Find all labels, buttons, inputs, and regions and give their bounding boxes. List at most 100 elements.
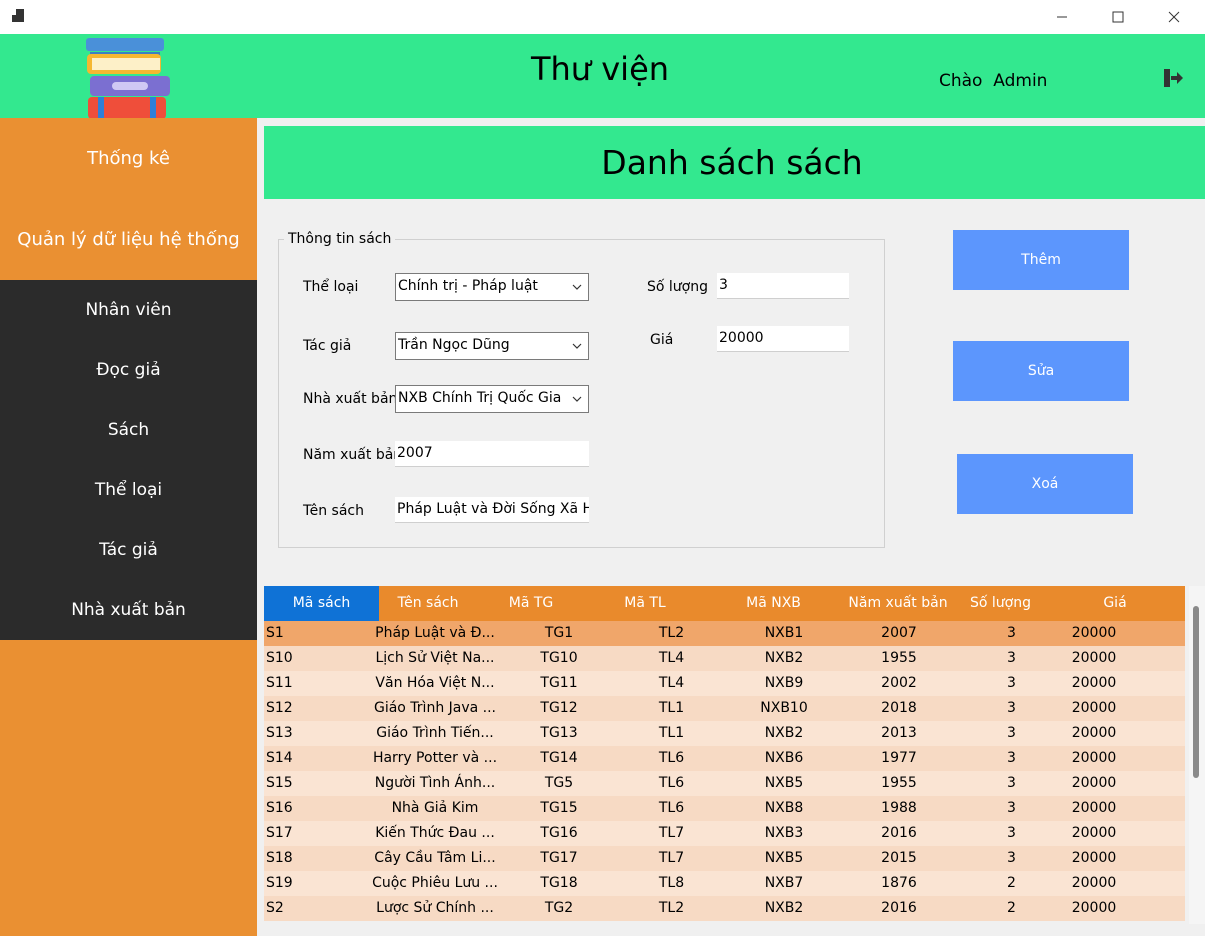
table-row[interactable]: S18 Cây Cầu Tâm Li... TG17 TL7 NXB5 2015 3 2000…: [264, 846, 1185, 871]
table-cell: 2007: [881, 625, 917, 641]
table-cell: TL2: [658, 900, 685, 916]
table-cell: NXB6: [764, 750, 804, 766]
table-cell: TL1: [658, 700, 685, 716]
table-row[interactable]: S1 Pháp Luật và Đ... TG1 TL2 NXB1 2007 3 20000: [264, 621, 1185, 646]
table-cell: TL6: [658, 750, 685, 766]
column-header[interactable]: Số lượng: [954, 586, 1047, 621]
tac-gia-label: Tác giả: [303, 338, 352, 354]
nxb-label: Nhà xuất bản: [303, 391, 398, 407]
table-row[interactable]: S13 Giáo Trình Tiến... TG13 TL1 NXB2 2013 3 200…: [264, 721, 1185, 746]
table-cell: Cuộc Phiêu Lưu ...: [372, 875, 498, 891]
gia-field[interactable]: 20000: [717, 326, 849, 352]
greeting-prefix: Chào: [939, 71, 983, 91]
table-scrollbar[interactable]: [1189, 586, 1205, 924]
column-header[interactable]: Tên sách: [379, 586, 477, 621]
column-header[interactable]: Giá: [1047, 586, 1183, 621]
table-cell: TG15: [540, 800, 578, 816]
add-button[interactable]: Thêm: [953, 230, 1129, 290]
edit-button[interactable]: Sửa: [953, 341, 1129, 401]
table-cell: 20000: [1071, 700, 1117, 716]
chevron-down-icon: [572, 343, 582, 349]
table-cell: NXB3: [764, 825, 804, 841]
library-app-window: Thư viện Chào Admin Thống kê Quản lý dữ …: [0, 0, 1205, 936]
table-cell: Kiến Thức Đau ...: [375, 825, 495, 841]
nxb-value: NXB Chính Trị Quốc Gia: [398, 390, 562, 406]
chevron-down-icon: [572, 396, 582, 402]
table-cell: 20000: [1071, 825, 1117, 841]
table-cell: Cây Cầu Tâm Li...: [374, 850, 496, 866]
table-row[interactable]: S16 Nhà Giả Kim TG15 TL6 NXB8 1988 3 20000: [264, 796, 1185, 821]
so-luong-field[interactable]: 3: [717, 273, 849, 299]
table-cell: S10: [266, 650, 293, 666]
sidebar-item-thong-ke[interactable]: Thống kê: [0, 148, 257, 169]
table-cell: S19: [266, 875, 293, 891]
table-cell: Nhà Giả Kim: [391, 800, 479, 816]
table-cell: TL1: [658, 725, 685, 741]
table-cell: TG18: [540, 875, 578, 891]
nam-xuat-ban-field[interactable]: 2007: [395, 441, 589, 467]
ten-sach-field[interactable]: Pháp Luật và Đời Sống Xã Hội: [395, 497, 589, 523]
column-header[interactable]: Mã TG: [477, 586, 585, 621]
so-luong-label: Số lượng: [647, 279, 708, 295]
sidebar: Thống kê Quản lý dữ liệu hệ thống Nhân v…: [0, 118, 257, 936]
table-cell: 2018: [881, 700, 917, 716]
table-cell: TL4: [658, 650, 685, 666]
sidebar-submenu: Nhân viên Đọc giả Sách Thể loại Tác giả …: [0, 280, 257, 640]
table-cell: TG2: [544, 900, 574, 916]
column-header[interactable]: Mã TL: [585, 586, 705, 621]
sidebar-item-doc-gia[interactable]: Đọc giả: [0, 340, 257, 400]
username-label: Admin: [993, 71, 1048, 91]
table-row[interactable]: S12 Giáo Trình Java ... TG12 TL1 NXB10 2018 3 2…: [264, 696, 1185, 721]
column-header[interactable]: Năm xuất bản: [842, 586, 954, 621]
table-cell: NXB1: [764, 625, 804, 641]
table-row[interactable]: S14 Harry Potter và ... TG14 TL6 NXB6 1977 3 20…: [264, 746, 1185, 771]
delete-button[interactable]: Xoá: [957, 454, 1133, 514]
table-cell: 20000: [1071, 775, 1117, 791]
sidebar-item-nhan-vien[interactable]: Nhân viên: [0, 280, 257, 340]
table-row[interactable]: S15 Người Tình Ánh... TG5 TL6 NXB5 1955 3 20000: [264, 771, 1185, 796]
column-header[interactable]: Mã NXB: [705, 586, 842, 621]
sidebar-item-quan-ly-du-lieu[interactable]: Quản lý dữ liệu hệ thống: [0, 229, 257, 250]
books-stack-icon: [86, 38, 170, 119]
minimize-button[interactable]: [1036, 0, 1088, 34]
table-cell: TG11: [540, 675, 578, 691]
table-cell: TL7: [658, 825, 685, 841]
table-cell: TL8: [658, 875, 685, 891]
the-loai-value: Chính trị - Pháp luật: [398, 278, 538, 294]
maximize-button[interactable]: [1092, 0, 1144, 34]
column-header[interactable]: Mã sách: [264, 586, 379, 621]
table-cell: TG14: [540, 750, 578, 766]
table-cell: NXB2: [764, 650, 804, 666]
gia-label: Giá: [650, 332, 674, 348]
table-cell: S14: [266, 750, 293, 766]
tac-gia-select[interactable]: Trần Ngọc Dũng: [395, 332, 589, 360]
table-row[interactable]: S2 Lược Sử Chính ... TG2 TL2 NXB2 2016 2 20000: [264, 896, 1185, 921]
table-cell: 20000: [1071, 850, 1117, 866]
sidebar-item-sach[interactable]: Sách: [0, 400, 257, 460]
table-row[interactable]: S11 Văn Hóa Việt N... TG11 TL4 NXB9 2002 3 2000…: [264, 671, 1185, 696]
app-title: Thư viện: [530, 50, 670, 88]
ten-sach-label: Tên sách: [303, 503, 364, 519]
close-button[interactable]: [1148, 0, 1200, 34]
the-loai-select[interactable]: Chính trị - Pháp luật: [395, 273, 589, 301]
sidebar-item-the-loai[interactable]: Thể loại: [0, 460, 257, 520]
table-cell: 1955: [881, 775, 917, 791]
nxb-select[interactable]: NXB Chính Trị Quốc Gia: [395, 385, 589, 413]
scrollbar-thumb[interactable]: [1193, 606, 1199, 778]
table-cell: TL7: [658, 850, 685, 866]
table-cell: 2013: [881, 725, 917, 741]
table-cell: 2016: [881, 900, 917, 916]
table-cell: NXB5: [764, 775, 804, 791]
table-cell: 1876: [881, 875, 917, 891]
sidebar-item-tac-gia[interactable]: Tác giả: [0, 520, 257, 580]
table-cell: 20000: [1071, 725, 1117, 741]
table-row[interactable]: S17 Kiến Thức Đau ... TG16 TL7 NXB3 2016 3 2000…: [264, 821, 1185, 846]
sidebar-item-nha-xuat-ban[interactable]: Nhà xuất bản: [0, 580, 257, 640]
table-row[interactable]: S10 Lịch Sử Việt Na... TG10 TL4 NXB2 1955 3 200…: [264, 646, 1185, 671]
minimize-icon: [1057, 16, 1067, 18]
table-cell: 20000: [1071, 625, 1117, 641]
table-row[interactable]: S19 Cuộc Phiêu Lưu ... TG18 TL8 NXB7 1876 2 200…: [264, 871, 1185, 896]
app-header: Thư viện Chào Admin: [0, 34, 1205, 119]
table-cell: TG10: [540, 650, 578, 666]
logout-icon[interactable]: [1160, 66, 1184, 90]
